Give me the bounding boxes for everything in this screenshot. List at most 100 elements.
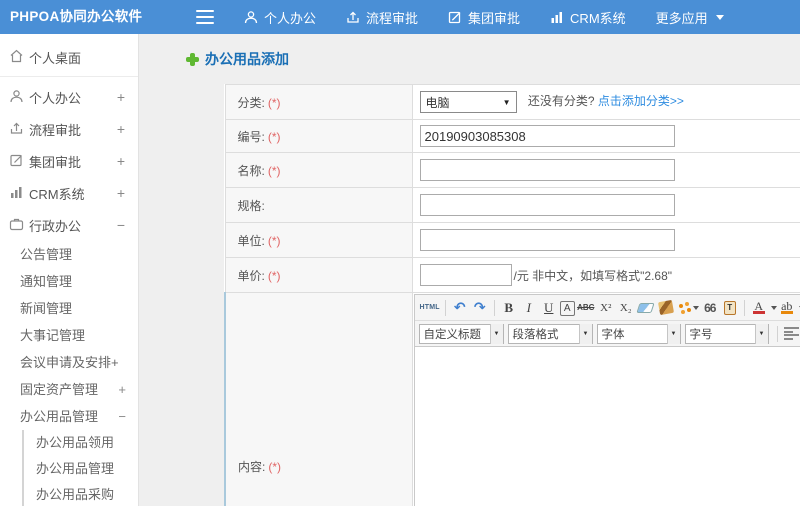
strikethrough-button[interactable]: ABC [577, 298, 595, 318]
add-plus-icon [186, 52, 199, 66]
caret-down-icon [692, 305, 699, 310]
upload-icon [9, 121, 24, 138]
expand-toggle[interactable]: − [118, 403, 126, 430]
bg-color-button[interactable]: ab [778, 298, 796, 318]
expand-toggle[interactable]: + [117, 185, 125, 201]
nav-group-approval[interactable]: 集团审批 [448, 8, 520, 27]
category-select[interactable]: 电脑 [419, 91, 517, 113]
briefcase-icon [9, 217, 24, 234]
form-row-code: 编号: (*) [224, 119, 800, 153]
sidebar-item-events-mgmt[interactable]: 大事记管理 [0, 322, 138, 349]
eraser-icon [636, 302, 655, 313]
color-swatch [780, 311, 793, 314]
name-input[interactable] [419, 159, 675, 181]
font-size-select[interactable]: 字号 [684, 323, 769, 344]
form-row-category: 分类:(*) 电脑 还没有分类? 点击添加分类>> [224, 84, 800, 120]
paste-text-button[interactable] [721, 298, 739, 318]
sidebar-item-admin-office[interactable]: 行政办公 − [0, 209, 138, 241]
page-title: 办公用品添加 [186, 49, 289, 69]
required-mark: (*) [268, 459, 282, 474]
paragraph-format-select[interactable]: 段落格式 [507, 323, 593, 344]
field-label: 编号: [237, 129, 265, 144]
caret-down-icon [770, 305, 777, 310]
field-label: 规格: [237, 198, 265, 213]
undo-button[interactable] [451, 298, 469, 318]
sidebar-item-group-approval[interactable]: 集团审批 + [0, 145, 138, 177]
editor-content-area[interactable] [414, 347, 800, 506]
sidebar-item-crm-system[interactable]: CRM系统 + [0, 177, 138, 209]
field-label: 内容: [238, 459, 266, 474]
nav-more-apps[interactable]: 更多应用 [656, 8, 724, 27]
italic-button[interactable]: I [520, 298, 538, 318]
sidebar-item-office-supplies-mgmt[interactable]: 办公用品管理 − [0, 403, 138, 430]
caret-down-icon [715, 14, 724, 20]
topbar: PHPOA协同办公软件 个人办公 流程审批 集团审批 CRM系统 更多应用 [0, 0, 800, 34]
field-label: 分类: [237, 95, 265, 110]
sidebar-item-personal-desktop[interactable]: 个人桌面 [0, 41, 138, 73]
editor-toolbar-row1: HTML B I U A ABC X² X₂ [414, 295, 800, 321]
price-suffix: /元 非中文，如填写格式"2.68" [513, 268, 673, 283]
expand-toggle[interactable]: + [118, 376, 126, 403]
required-mark: (*) [267, 268, 281, 283]
add-category-link[interactable]: 点击添加分类>> [598, 94, 684, 108]
bold-button[interactable]: B [500, 298, 518, 318]
sidebar-item-announcement-mgmt[interactable]: 公告管理 [0, 241, 138, 268]
nav-crm-system[interactable]: CRM系统 [550, 8, 626, 27]
sidebar-item-workflow-approval[interactable]: 流程审批 + [0, 113, 138, 145]
broom-icon [657, 299, 674, 316]
sidebar-item-news-mgmt[interactable]: 新闻管理 [0, 295, 138, 322]
unit-input[interactable] [419, 229, 675, 251]
font-family-select[interactable]: 字体 [596, 323, 681, 344]
auto-format-button[interactable] [677, 298, 699, 318]
sidebar-item-meeting-request[interactable]: 会议申请及安排+ [0, 349, 138, 376]
field-label: 单价: [237, 268, 265, 283]
nav-personal-office[interactable]: 个人办公 [244, 8, 316, 27]
required-mark: (*) [267, 129, 281, 144]
hamburger-menu-icon[interactable] [196, 10, 214, 24]
form-row-content: 内容:(*) HTML B I U A ABC [224, 292, 800, 506]
edit-icon [9, 153, 24, 170]
sidebar-item-personal-office[interactable]: 个人办公 + [0, 81, 138, 113]
clear-format-button[interactable] [657, 298, 675, 318]
blockquote-button[interactable]: 66 [701, 298, 719, 318]
person-icon [244, 10, 258, 24]
paste-text-icon [723, 300, 736, 315]
upload-icon [346, 10, 360, 24]
align-left-button[interactable] [783, 324, 800, 344]
sidebar-item-notice-mgmt[interactable]: 通知管理 [0, 268, 138, 295]
custom-title-select[interactable]: 自定义标题 [418, 323, 504, 344]
required-mark: (*) [267, 233, 281, 248]
underline-button[interactable]: U [540, 298, 558, 318]
form-row-name: 名称: (*) [224, 152, 800, 188]
category-hint: 还没有分类? [527, 94, 595, 109]
expand-toggle[interactable]: + [117, 89, 125, 105]
sidebar-item-fixed-assets-mgmt[interactable]: 固定资产管理 + [0, 376, 138, 403]
sidebar-item-supplies-purchase[interactable]: 办公用品采购 [24, 482, 138, 506]
caret-down-icon [489, 323, 503, 344]
sidebar-item-supplies-manage[interactable]: 办公用品管理 [24, 456, 138, 482]
field-label: 单位: [237, 233, 265, 248]
code-input[interactable] [419, 125, 675, 147]
subscript-button[interactable]: X₂ [617, 298, 635, 318]
font-color-button[interactable]: A [750, 298, 768, 318]
form-row-unit: 单位: (*) [224, 222, 800, 258]
main-content: 办公用品添加 分类:(*) 电脑 还没有分类? 点击添加分类>> 编号:(*) … [140, 34, 800, 506]
required-mark: (*) [267, 95, 281, 110]
expand-toggle[interactable]: − [117, 217, 125, 233]
char-border-button[interactable]: A [559, 300, 575, 316]
price-input[interactable] [419, 264, 512, 286]
redo-button[interactable] [471, 298, 489, 318]
expand-toggle[interactable]: + [117, 121, 125, 137]
sidebar-item-supplies-requisition[interactable]: 办公用品领用 [24, 430, 138, 456]
nav-workflow-approval[interactable]: 流程审批 [346, 8, 418, 27]
sparkle-icon [677, 301, 691, 314]
expand-toggle[interactable]: + [117, 153, 125, 169]
editor-toolbar-row2: 自定义标题 段落格式 字体 字号 ∞ [414, 321, 800, 347]
superscript-button[interactable]: X² [597, 298, 615, 318]
html-source-button[interactable]: HTML [420, 298, 440, 318]
eraser-button[interactable] [636, 298, 655, 318]
caret-down-icon [666, 323, 680, 344]
app-brand: PHPOA协同办公软件 [10, 9, 143, 24]
bar-chart-icon [550, 10, 564, 24]
spec-input[interactable] [419, 194, 675, 216]
